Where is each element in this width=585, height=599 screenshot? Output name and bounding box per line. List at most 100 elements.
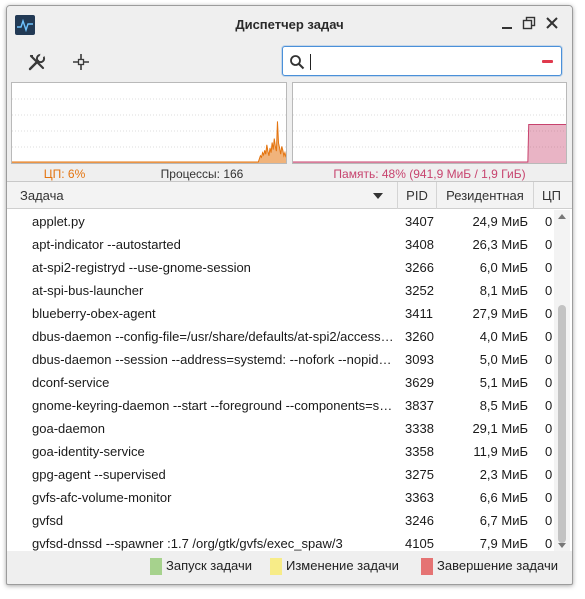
resident-cell: 29,1 МиБ bbox=[472, 421, 528, 436]
resident-cell: 6,0 МиБ bbox=[479, 260, 528, 275]
task-name-cell: apt-indicator --autostarted bbox=[32, 237, 181, 252]
table-row[interactable]: gvfs-afc-volume-monitor 3363 6,6 МиБ 0 bbox=[7, 486, 552, 509]
cpu-cell: 0 bbox=[545, 214, 552, 229]
search-field[interactable] bbox=[282, 46, 562, 76]
task-name-cell: gvfsd-dnssd --spawner :1.7 /org/gtk/gvfs… bbox=[32, 536, 343, 551]
pid-cell: 3407 bbox=[405, 214, 434, 229]
find-window-button[interactable] bbox=[69, 50, 93, 74]
table-row[interactable]: gnome-keyring-daemon --start --foregroun… bbox=[7, 394, 552, 417]
resident-cell: 6,7 МиБ bbox=[479, 513, 528, 528]
resident-cell: 27,9 МиБ bbox=[472, 306, 528, 321]
pid-cell: 3093 bbox=[405, 352, 434, 367]
column-header-cpu[interactable]: ЦП bbox=[534, 182, 572, 209]
table-row[interactable]: blueberry-obex-agent 3411 27,9 МиБ 0 bbox=[7, 302, 552, 325]
pid-cell: 3260 bbox=[405, 329, 434, 344]
cpu-cell: 0 bbox=[545, 490, 552, 505]
task-name-cell: gvfs-afc-volume-monitor bbox=[32, 490, 172, 505]
pid-cell: 3252 bbox=[405, 283, 434, 298]
pid-cell: 3275 bbox=[405, 467, 434, 482]
cpu-history-line bbox=[12, 121, 286, 163]
cpu-cell: 0 bbox=[545, 513, 552, 528]
table-row[interactable]: at-spi2-registryd --use-gnome-session 326… bbox=[7, 256, 552, 279]
table-row[interactable]: goa-identity-service 3358 11,9 МиБ 0 bbox=[7, 440, 552, 463]
resident-cell: 4,0 МиБ bbox=[479, 329, 528, 344]
cpu-cell: 0 bbox=[545, 329, 552, 344]
table-header: Задача PID Резидентная ЦП bbox=[7, 182, 572, 209]
task-name-cell: gpg-agent --supervised bbox=[32, 467, 166, 482]
table-row[interactable]: gvfsd-dnssd --spawner :1.7 /org/gtk/gvfs… bbox=[7, 532, 552, 551]
cpu-cell: 0 bbox=[545, 444, 552, 459]
sort-descending-icon[interactable] bbox=[373, 193, 383, 199]
column-header-resident[interactable]: Резидентная bbox=[437, 182, 534, 209]
search-input[interactable] bbox=[309, 51, 529, 71]
close-icon bbox=[546, 17, 558, 29]
table-row[interactable]: gvfsd 3246 6,7 МиБ 0 bbox=[7, 509, 552, 532]
clear-search-icon[interactable] bbox=[542, 60, 553, 63]
scroll-up-icon[interactable] bbox=[558, 214, 566, 219]
process-table: Задача PID Резидентная ЦП applet.py 3407 2… bbox=[7, 181, 572, 551]
cpu-cell: 0 bbox=[545, 306, 552, 321]
tools-icon bbox=[28, 53, 46, 71]
task-name-cell: dbus-daemon --session --address=systemd:… bbox=[32, 352, 394, 367]
cpu-cell: 0 bbox=[545, 467, 552, 482]
scroll-down-icon[interactable] bbox=[558, 543, 566, 548]
pid-cell: 3266 bbox=[405, 260, 434, 275]
window-title: Диспетчер задач bbox=[235, 17, 344, 32]
crosshair-icon bbox=[73, 54, 89, 70]
resident-cell: 5,1 МиБ bbox=[479, 375, 528, 390]
table-row[interactable]: at-spi-bus-launcher 3252 8,1 МиБ 0 bbox=[7, 279, 552, 302]
cpu-cell: 0 bbox=[545, 237, 552, 252]
scrollbar-thumb[interactable] bbox=[558, 305, 566, 543]
table-row[interactable]: dconf-service 3629 5,1 МиБ 0 bbox=[7, 371, 552, 394]
memory-history-area bbox=[293, 124, 566, 163]
cpu-graph-canvas bbox=[12, 98, 286, 163]
cpu-cell: 0 bbox=[545, 375, 552, 390]
table-row[interactable]: applet.py 3407 24,9 МиБ 0 bbox=[7, 210, 552, 233]
table-row[interactable]: dbus-daemon --config-file=/usr/share/def… bbox=[7, 325, 552, 348]
restore-button[interactable] bbox=[522, 16, 536, 30]
legend-start-label: Запуск задачи bbox=[166, 558, 253, 573]
toolbar bbox=[7, 42, 572, 82]
minimize-icon bbox=[502, 27, 512, 29]
task-name-cell: blueberry-obex-agent bbox=[32, 306, 156, 321]
task-name-cell: goa-identity-service bbox=[32, 444, 145, 459]
resident-cell: 24,9 МиБ bbox=[472, 214, 528, 229]
vertical-scrollbar[interactable] bbox=[554, 210, 570, 551]
legend-start-task: Запуск задачи bbox=[150, 557, 260, 575]
table-row[interactable]: goa-daemon 3338 29,1 МиБ 0 bbox=[7, 417, 552, 440]
table-row[interactable]: gpg-agent --supervised 3275 2,3 МиБ 0 bbox=[7, 463, 552, 486]
end-task-swatch bbox=[421, 558, 433, 575]
resident-cell: 6,6 МиБ bbox=[479, 490, 528, 505]
resident-cell: 26,3 МиБ bbox=[472, 237, 528, 252]
cpu-cell: 0 bbox=[545, 260, 552, 275]
cpu-history-area bbox=[12, 121, 286, 163]
table-row[interactable]: dbus-daemon --session --address=systemd:… bbox=[7, 348, 552, 371]
close-button[interactable] bbox=[545, 16, 559, 30]
task-name-cell: at-spi2-registryd --use-gnome-session bbox=[32, 260, 251, 275]
legend-end-task: Завершение задачи bbox=[421, 557, 571, 575]
pid-cell: 4105 bbox=[405, 536, 434, 551]
column-header-task[interactable]: Задача bbox=[7, 182, 398, 209]
restore-icon bbox=[522, 16, 536, 30]
pid-cell: 3629 bbox=[405, 375, 434, 390]
resident-cell: 8,1 МиБ bbox=[479, 283, 528, 298]
pid-cell: 3411 bbox=[405, 306, 433, 321]
title-bar[interactable]: Диспетчер задач bbox=[7, 6, 572, 42]
memory-history-line bbox=[293, 124, 566, 163]
legend-end-label: Завершение задачи bbox=[437, 558, 558, 573]
resident-cell: 5,0 МиБ bbox=[479, 352, 528, 367]
memory-graph-canvas bbox=[293, 98, 566, 163]
cpu-cell: 0 bbox=[545, 283, 552, 298]
column-header-pid[interactable]: PID bbox=[398, 182, 437, 209]
minimize-button[interactable] bbox=[500, 16, 514, 30]
task-name-cell: gvfsd bbox=[32, 513, 64, 528]
memory-graph bbox=[292, 82, 567, 164]
pid-cell: 3358 bbox=[405, 444, 434, 459]
legend-change-task: Изменение задачи bbox=[270, 557, 410, 575]
pid-cell: 3363 bbox=[405, 490, 434, 505]
table-row[interactable]: apt-indicator --autostarted 3408 26,3 МиБ 0 bbox=[7, 233, 552, 256]
text-cursor bbox=[310, 54, 311, 70]
column-header-task-label: Задача bbox=[20, 188, 64, 203]
table-body: applet.py 3407 24,9 МиБ 0 apt-indicator --au… bbox=[7, 210, 552, 551]
settings-button[interactable] bbox=[25, 50, 49, 74]
